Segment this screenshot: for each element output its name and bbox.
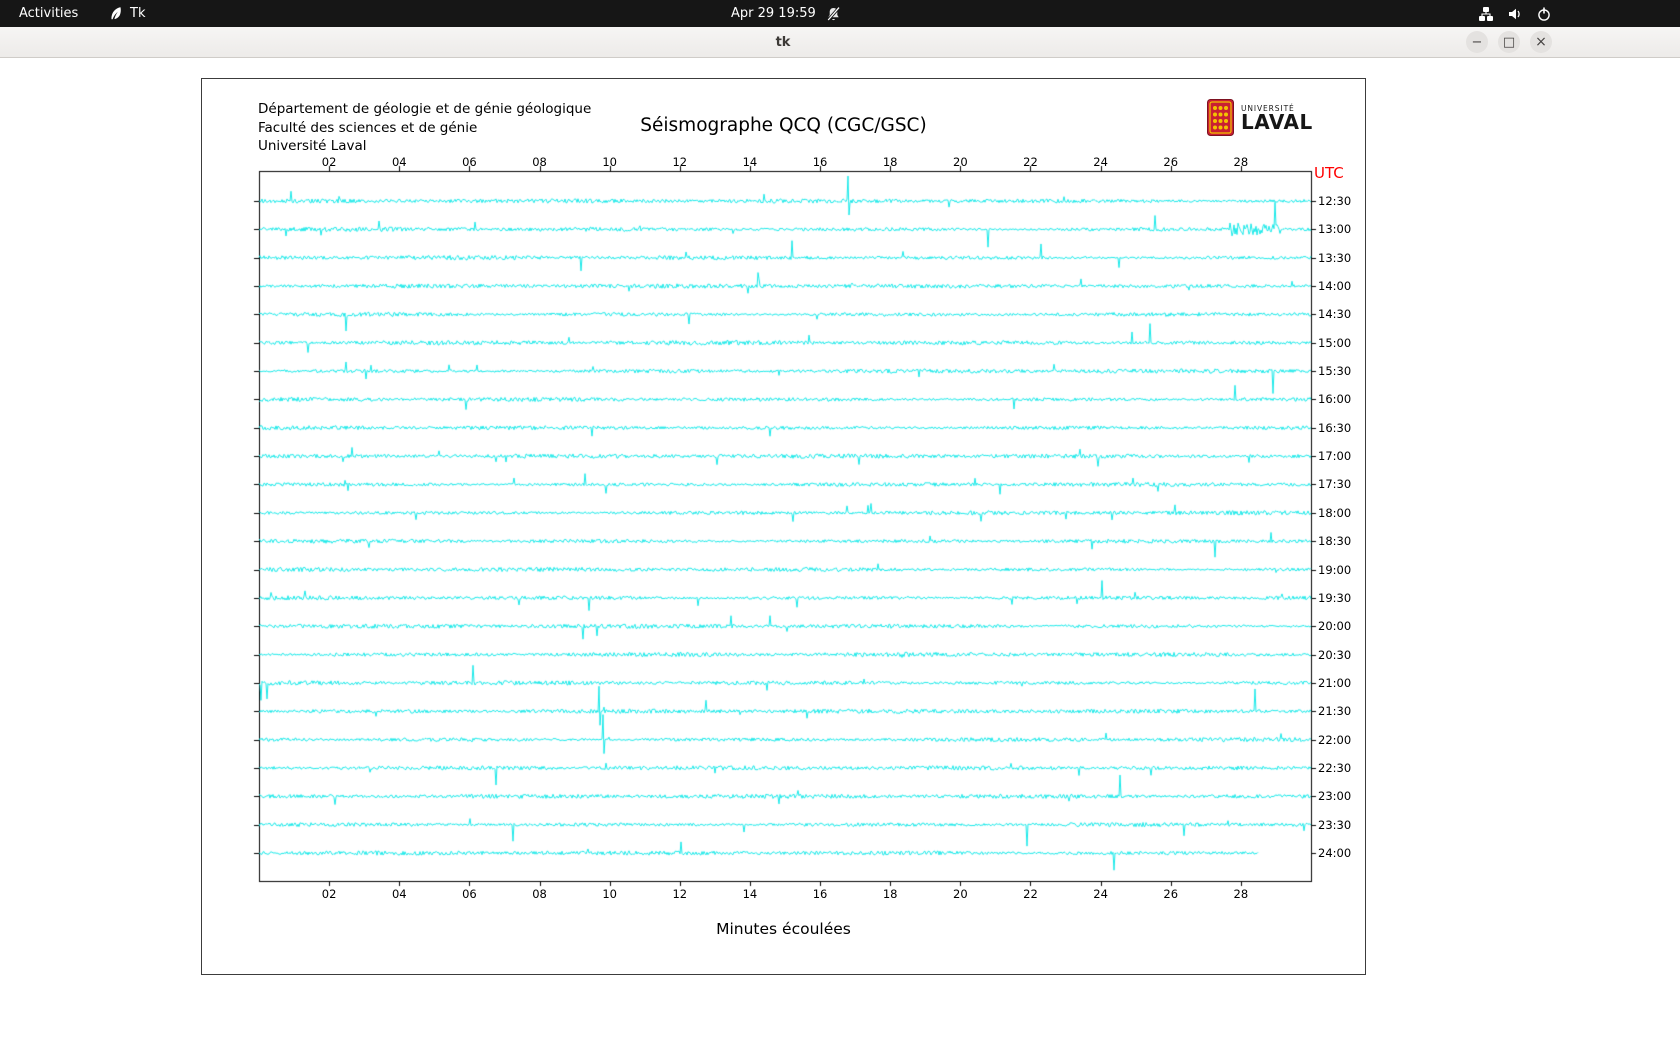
- network-icon: [1479, 6, 1493, 21]
- minimize-icon: −: [1471, 34, 1483, 50]
- tk-app-icon: [111, 6, 121, 19]
- seismograph-canvas: [202, 79, 1367, 976]
- window-title: tk: [775, 35, 791, 50]
- x-axis-title: Minutes écoulées: [716, 920, 851, 938]
- utc-axis-title: UTC: [1314, 164, 1344, 182]
- window-content: Département de géologie et de génie géol…: [0, 59, 1680, 1050]
- volume-icon: [1509, 8, 1520, 19]
- clock-menu[interactable]: Apr 29 19:59: [723, 0, 849, 27]
- system-status-area[interactable]: [1472, 0, 1558, 27]
- close-icon: ×: [1535, 34, 1547, 50]
- top-bar: Activities Tk Apr 29 19:59: [0, 0, 1680, 27]
- activities-button[interactable]: Activities: [10, 0, 87, 27]
- seismograph-frame: Département de géologie et de génie géol…: [201, 78, 1367, 976]
- maximize-button[interactable]: □: [1498, 31, 1520, 53]
- window-controls: − □ ×: [1466, 31, 1552, 53]
- notifications-disabled-icon: [826, 6, 840, 21]
- close-button[interactable]: ×: [1530, 31, 1552, 53]
- focused-app-indicator[interactable]: Tk: [103, 0, 151, 27]
- power-icon: [1538, 7, 1550, 21]
- app-name-label: Tk: [130, 6, 146, 21]
- window-titlebar[interactable]: tk − □ ×: [0, 27, 1680, 58]
- maximize-icon: □: [1502, 34, 1516, 50]
- minimize-button[interactable]: −: [1466, 31, 1488, 53]
- clock-label: Apr 29 19:59: [731, 6, 816, 21]
